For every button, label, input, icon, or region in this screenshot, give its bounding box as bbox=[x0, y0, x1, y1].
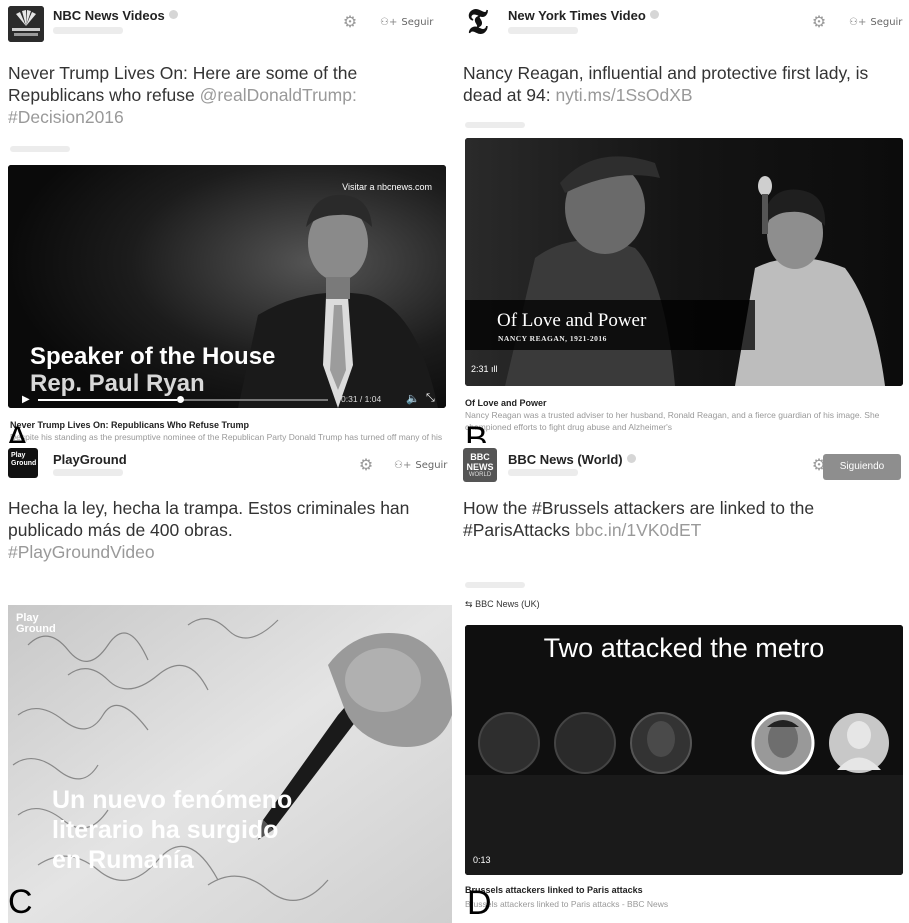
panel-letter: C bbox=[8, 883, 33, 921]
video-time: 2:31 bbox=[471, 364, 489, 374]
video-time-badge: 2:31 ıll bbox=[471, 364, 498, 374]
fullscreen-icon[interactable]: ⤡ bbox=[426, 391, 435, 405]
account-name-label: NBC News Videos bbox=[53, 8, 165, 23]
person-add-icon: ⚇+ bbox=[849, 17, 867, 28]
video-title: Of Love and Power bbox=[497, 310, 647, 331]
account-handle bbox=[508, 27, 578, 34]
video-frame bbox=[8, 605, 452, 923]
follow-label: Seguir bbox=[401, 17, 434, 28]
hashtag-link[interactable]: #PlayGroundVideo bbox=[8, 542, 155, 562]
avatar-text: Play Ground bbox=[11, 452, 37, 467]
avatar[interactable] bbox=[8, 6, 44, 42]
account-name[interactable]: BBC News (World) bbox=[508, 452, 636, 467]
panel-c: Play Ground PlayGround ⚙ ⚇+ Seguir Hecha … bbox=[0, 443, 455, 923]
nbc-peacock-icon bbox=[8, 6, 44, 42]
tweet-text: How the #Brussels attackers are linked t… bbox=[463, 497, 901, 541]
follow-button[interactable]: ⚇+ Seguir bbox=[849, 17, 902, 28]
avatar-subtext: WORLD bbox=[468, 472, 492, 478]
tweet-meta bbox=[10, 146, 70, 152]
gear-icon[interactable]: ⚙ bbox=[811, 14, 827, 30]
verified-icon bbox=[626, 454, 636, 463]
verified-icon bbox=[649, 10, 659, 19]
retweeted-by-label: BBC News (UK) bbox=[475, 599, 540, 609]
card-description: Nancy Reagan was a trusted adviser to he… bbox=[465, 410, 880, 432]
video-time: 0:31 / 1:04 bbox=[341, 394, 382, 404]
video-headline: Two attacked the metro bbox=[543, 633, 825, 663]
gear-icon[interactable]: ⚙ bbox=[358, 457, 374, 473]
signal-icon: ıll bbox=[491, 364, 498, 374]
account-handle bbox=[53, 27, 123, 34]
progress-bar[interactable] bbox=[38, 396, 328, 403]
account-name[interactable]: New York Times Video bbox=[508, 8, 659, 23]
following-button[interactable]: Siguiendo bbox=[823, 454, 901, 480]
tweet-link[interactable]: nyti.ms/1SsOdXB bbox=[555, 85, 692, 105]
tweet-link[interactable]: bbc.in/1VK0dET bbox=[575, 520, 701, 540]
tweet-header: 𝕿 New York Times Video ⚙ ⚇+ Seguir bbox=[463, 6, 902, 46]
video-logo: Play Ground bbox=[16, 612, 56, 635]
volume-icon[interactable]: 🔈 bbox=[406, 392, 420, 405]
panel-letter: B bbox=[465, 420, 488, 443]
verified-icon bbox=[168, 10, 178, 19]
avatar[interactable]: Play Ground bbox=[8, 448, 38, 478]
play-icon[interactable]: ▶ bbox=[22, 394, 30, 405]
video-player[interactable]: Visitar a nbcnews.com Speaker of the Hou… bbox=[8, 165, 446, 408]
tweet-text: Hecha la ley, hecha la trampa. Estos cri… bbox=[8, 497, 447, 563]
retweet-icon: ⇆ bbox=[465, 600, 473, 610]
person-add-icon: ⚇+ bbox=[380, 17, 398, 28]
tweet-meta bbox=[465, 582, 525, 588]
video-player[interactable]: Play Ground Un nuevo fenómeno literario … bbox=[8, 605, 452, 923]
nyt-logo-icon: 𝕿 bbox=[467, 6, 488, 41]
card-title[interactable]: Brussels attackers linked to Paris attac… bbox=[465, 885, 643, 895]
tweet-body: Hecha la ley, hecha la trampa. Estos cri… bbox=[8, 498, 410, 540]
account-name[interactable]: PlayGround bbox=[53, 452, 127, 467]
card-description: Brussels attackers linked to Paris attac… bbox=[465, 899, 669, 909]
tweet-header: Play Ground PlayGround ⚙ ⚇+ Seguir bbox=[8, 448, 447, 488]
account-name[interactable]: NBC News Videos bbox=[53, 8, 178, 23]
card-title[interactable]: Never Trump Lives On: Republicans Who Re… bbox=[10, 420, 249, 430]
panel-b: 𝕿 New York Times Video ⚙ ⚇+ Seguir Nancy … bbox=[455, 0, 909, 443]
video-caption-line3: en Rumanía bbox=[52, 846, 194, 874]
gear-icon[interactable]: ⚙ bbox=[342, 14, 358, 30]
video-player[interactable]: Of Love and Power NANCY REAGAN, 1921-201… bbox=[465, 138, 903, 386]
account-name-label: PlayGround bbox=[53, 452, 127, 467]
avatar-text: BBC NEWS bbox=[466, 452, 494, 472]
video-player[interactable]: Two attacked the metro 0:13 bbox=[465, 625, 903, 875]
hashtag-link[interactable]: #Decision2016 bbox=[8, 107, 124, 127]
video-caption-line1: Un nuevo fenómeno bbox=[52, 786, 293, 814]
account-handle bbox=[508, 469, 578, 476]
panel-d: BBC NEWS WORLD BBC News (World) ⚙ Siguie… bbox=[455, 443, 909, 923]
account-handle bbox=[53, 469, 123, 476]
tweet-meta bbox=[465, 122, 525, 128]
account-name-label: New York Times Video bbox=[508, 8, 646, 23]
video-caption-line2: Rep. Paul Ryan bbox=[30, 370, 205, 397]
video-subtitle: NANCY REAGAN, 1921-2016 bbox=[498, 334, 607, 343]
progress-fill bbox=[38, 399, 178, 401]
card-title[interactable]: Of Love and Power bbox=[465, 398, 547, 408]
follow-label: Seguir bbox=[870, 17, 903, 28]
video-caption-line2: literario ha surgido bbox=[52, 816, 279, 844]
video-time: 0:13 bbox=[473, 855, 491, 865]
tweet-text: Nancy Reagan, influential and protective… bbox=[463, 62, 901, 106]
site-overlay[interactable]: Visitar a nbcnews.com bbox=[342, 182, 432, 192]
tweet-header: NBC News Videos ⚙ ⚇+ Seguir bbox=[8, 6, 447, 46]
follow-button[interactable]: ⚇+ Seguir bbox=[394, 460, 447, 471]
panel-letter: D bbox=[467, 884, 492, 922]
video-caption: Un nuevo fenómeno literario ha surgido e… bbox=[52, 785, 292, 875]
person-add-icon: ⚇+ bbox=[394, 460, 412, 471]
follow-label: Seguir bbox=[415, 460, 448, 471]
tweet-header: BBC NEWS WORLD BBC News (World) ⚙ Siguie… bbox=[463, 448, 901, 488]
panel-letter: A bbox=[6, 420, 29, 443]
tweet-text: Never Trump Lives On: Here are some of t… bbox=[8, 62, 447, 128]
mention-link[interactable]: @realDonaldTrump: bbox=[200, 85, 357, 105]
account-name-label: BBC News (World) bbox=[508, 452, 623, 467]
retweeted-by[interactable]: ⇆ BBC News (UK) bbox=[465, 599, 540, 610]
follow-button[interactable]: ⚇+ Seguir bbox=[380, 17, 433, 28]
panel-a: NBC News Videos ⚙ ⚇+ Seguir Never Trump L… bbox=[0, 0, 455, 443]
avatar[interactable]: BBC NEWS WORLD bbox=[463, 448, 497, 482]
video-caption-line1: Speaker of the House bbox=[30, 343, 276, 370]
avatar[interactable]: 𝕿 bbox=[463, 6, 499, 42]
card-description: Despite his standing as the presumptive … bbox=[10, 432, 443, 442]
